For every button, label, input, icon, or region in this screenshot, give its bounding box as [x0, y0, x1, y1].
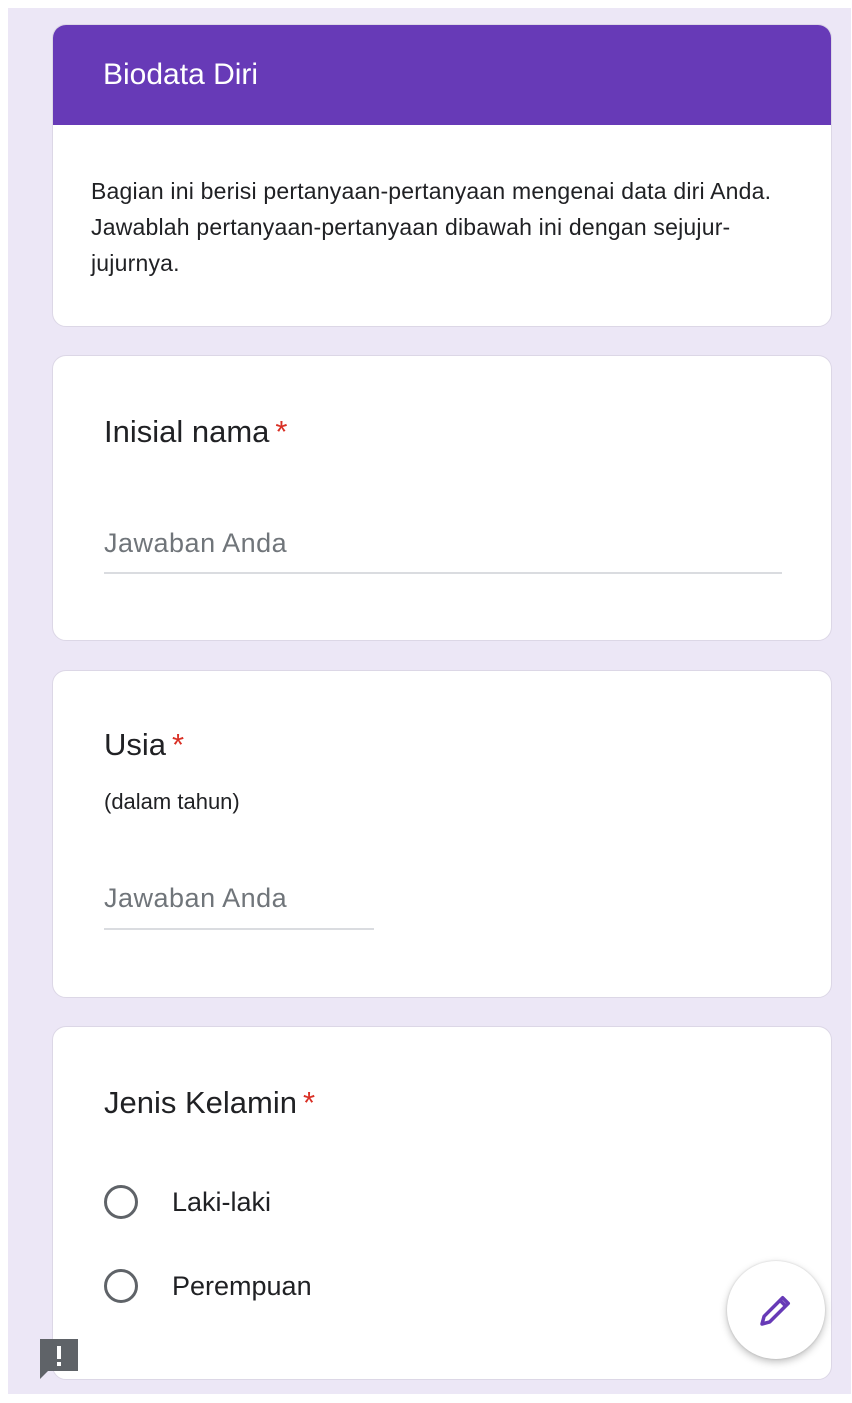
- question-title-text: Jenis Kelamin: [104, 1085, 297, 1120]
- radio-label: Perempuan: [172, 1270, 312, 1301]
- question-card-gender: Jenis Kelamin * Laki-laki Perempuan: [52, 1026, 832, 1380]
- question-card-age: Usia * (dalam tahun) Jawaban Anda: [52, 670, 832, 998]
- answer-input-age[interactable]: Jawaban Anda: [104, 883, 287, 914]
- radio-option-female[interactable]: Perempuan: [104, 1269, 312, 1303]
- radio-button[interactable]: [104, 1185, 138, 1219]
- edit-fab-button[interactable]: [727, 1261, 825, 1359]
- radio-option-male[interactable]: Laki-laki: [104, 1185, 271, 1219]
- section-title: Biodata Diri: [103, 58, 259, 91]
- radio-button[interactable]: [104, 1269, 138, 1303]
- question-subtitle: (dalam tahun): [104, 789, 240, 814]
- required-asterisk: *: [302, 1085, 316, 1120]
- section-header-card: Biodata Diri Bagian ini berisi pertanyaa…: [52, 24, 832, 327]
- question-card-initials: Inisial nama * Jawaban Anda: [52, 355, 832, 641]
- question-title: Jenis Kelamin *: [104, 1085, 315, 1121]
- section-header-band: Biodata Diri: [53, 25, 831, 125]
- question-title: Usia *: [104, 727, 184, 763]
- report-problem-icon: [40, 1339, 78, 1379]
- answer-input-initials[interactable]: Jawaban Anda: [104, 528, 287, 559]
- section-description: Bagian ini berisi pertanyaan-pertanyaan …: [91, 178, 772, 276]
- radio-label: Laki-laki: [172, 1186, 272, 1217]
- question-title-text: Inisial nama: [104, 414, 270, 449]
- required-asterisk: *: [172, 727, 185, 762]
- required-asterisk: *: [275, 414, 288, 449]
- answer-underline: [104, 572, 782, 574]
- question-title: Inisial nama *: [104, 414, 288, 450]
- report-problem-button[interactable]: [38, 1337, 80, 1381]
- pencil-icon: [760, 1296, 790, 1326]
- answer-underline: [104, 928, 374, 930]
- question-title-text: Usia: [104, 727, 167, 762]
